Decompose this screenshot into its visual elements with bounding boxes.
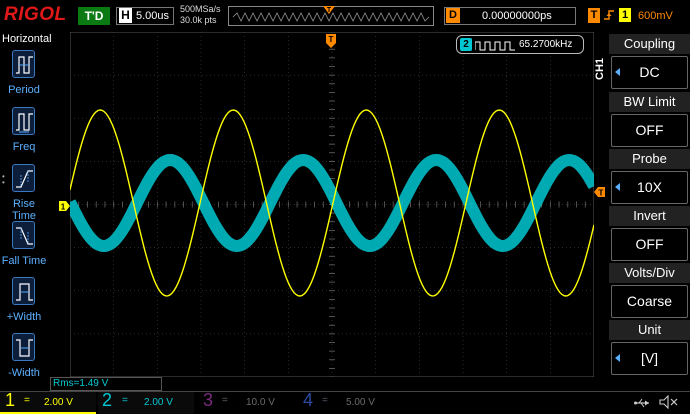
ch4-status[interactable]: 4 = 5.00 V [298,390,394,414]
ch2-number: 2 [102,390,113,410]
ch2-scale: 2.00 V [144,397,173,408]
period-label: Period [8,84,40,96]
square-wave-icon [474,39,515,57]
unit-value: [V] [611,342,688,375]
ch1-status[interactable]: 1 = 2.00 V [0,390,96,414]
rigol-logo: RIGOL [4,4,67,25]
ch3-coupling: = [222,395,228,406]
bw-limit-value: OFF [611,114,688,147]
ch1-scale: 2.00 V [44,397,73,408]
coupling-value: DC [611,56,688,89]
volts-div-softkey[interactable]: Volts/Div Coarse [609,263,690,320]
delay-label: D [446,8,460,23]
trigger-level-marker[interactable]: T [594,185,606,203]
horizontal-label: H [119,8,132,23]
frequency-counter-box: 2 65.2700kHz [456,35,584,54]
mute-speaker-icon[interactable] [658,394,680,414]
ch4-coupling: = [322,395,328,406]
probe-value: 10X [611,171,688,204]
trigger-label: T [588,8,600,23]
waveform-display[interactable] [70,32,594,377]
pos-width-icon [12,277,35,305]
probe-arrow-icon [615,183,620,191]
rms-measurement: Rms=1.49 V [50,377,162,391]
rising-edge-icon [603,9,615,24]
ch1-offset-marker[interactable]: 1 [59,199,71,217]
volts-div-title: Volts/Div [609,263,690,283]
ch4-scale: 5.00 V [346,397,375,408]
probe-softkey[interactable]: Probe 10X [609,149,690,206]
coupling-title: Coupling [609,34,690,54]
ch4-number: 4 [303,390,314,410]
ch2-status[interactable]: 2 = 2.00 V [98,390,194,414]
invert-value: OFF [611,228,688,261]
ch3-number: 3 [203,390,214,410]
trigger-level-letter: T [599,189,604,198]
neg-width-label: -Width [8,367,40,379]
fall-time-label: Fall Time [1,255,47,267]
sample-rate: 500MSa/s [180,4,221,14]
menu-title: Horizontal [2,33,52,45]
coupling-arrow-icon [615,68,620,76]
sample-rate-readout: 500MSa/s 30.0k pts [180,4,221,26]
usb-icon [634,396,650,414]
freq-icon [12,107,35,135]
ch2-coupling: = [122,395,128,406]
menu-page-dots: • • [2,172,5,187]
trigger-level-value: 600mV [638,10,673,22]
ch3-scale: 10.0 V [246,397,275,408]
timebase-value: 5.00us [136,10,170,22]
memory-trigger-marker: T [322,4,336,23]
trigger-source-badge: 1 [619,8,631,22]
rise-time-label: Rise Time [11,198,37,222]
unit-softkey[interactable]: Unit [V] [609,320,690,377]
ch3-status[interactable]: 3 = 10.0 V [198,390,294,414]
channel-tag: CH1 [594,57,606,80]
frequency-readout: 65.2700kHz [519,39,573,50]
coupling-softkey[interactable]: Coupling DC [609,34,690,91]
pos-width-label: +Width [6,311,42,323]
trigger-position-letter: T [329,35,334,44]
ch1-number: 1 [5,390,16,410]
trigger-position-marker: T [325,33,337,54]
volts-div-value: Coarse [611,285,688,318]
trigger-delay-value: 0.00000000ps [482,10,552,22]
period-icon [12,50,35,78]
neg-width-icon [12,333,35,361]
bw-limit-title: BW Limit [609,92,690,112]
invert-title: Invert [609,206,690,226]
unit-arrow-icon [615,354,620,362]
rise-time-icon [12,164,35,192]
fall-time-icon [12,221,35,249]
invert-softkey[interactable]: Invert OFF [609,206,690,263]
freq-channel-badge: 2 [460,38,472,51]
trigger-status-badge: T'D [78,7,110,25]
memory-depth: 30.0k pts [180,15,217,25]
probe-title: Probe [609,149,690,169]
unit-title: Unit [609,320,690,340]
bw-limit-softkey[interactable]: BW Limit OFF [609,92,690,149]
ch1-coupling: = [24,395,30,406]
freq-label: Freq [12,141,36,153]
ch1-offset-label: 1 [61,203,66,212]
memory-trigger-letter: T [327,7,332,14]
